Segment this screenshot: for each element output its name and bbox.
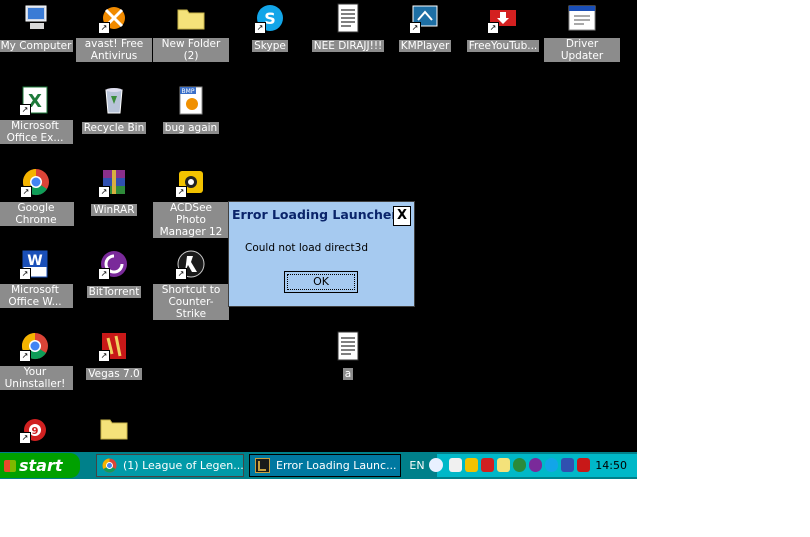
desktop-icon-bittorrent[interactable]: ↗ BitTorrent	[76, 248, 152, 299]
desktop-icon-google-chrome[interactable]: ↗ Google Chrome	[0, 166, 74, 227]
desktop-icon-new-folder[interactable]: New Folder (2)	[153, 2, 229, 63]
dialog-title: Error Loading Launcher	[232, 207, 398, 222]
game-icon: 9 ↗	[19, 412, 51, 444]
desktop-icon-winrar[interactable]: ↗ WinRAR	[76, 166, 152, 217]
desktop-icon-freeyoutube[interactable]: ↗ FreeYouTub...	[465, 2, 541, 53]
shortcut-arrow-icon: ↗	[98, 350, 110, 362]
skype-icon: S ↗	[254, 2, 286, 34]
shortcut-arrow-icon: ↗	[98, 186, 110, 198]
desktop-icon-skype[interactable]: S ↗ Skype	[232, 2, 308, 53]
windows-logo-icon	[4, 460, 16, 472]
shortcut-arrow-icon: ↗	[175, 186, 187, 198]
shortcut-arrow-icon: ↗	[254, 22, 266, 34]
winrar-icon: ↗	[98, 166, 130, 198]
desktop-icon-a[interactable]: a	[310, 330, 386, 381]
shortcut-arrow-icon: ↗	[175, 268, 187, 280]
svg-text:BMP: BMP	[182, 88, 195, 95]
chrome-icon	[102, 458, 117, 473]
recycle-bin-icon	[98, 84, 130, 116]
network-tray-icon[interactable]	[561, 458, 574, 472]
kmplayer-icon: ↗	[409, 2, 441, 34]
shortcut-arrow-icon: ↗	[19, 104, 31, 116]
avast-icon: ↗	[98, 2, 130, 34]
desktop-icon-excel[interactable]: X ↗ Microsoft Office Ex...	[0, 84, 73, 145]
desktop-icon-my-computer[interactable]: My Computer	[0, 2, 74, 53]
security-tray-icon[interactable]	[577, 458, 590, 472]
freeyoutube-icon: ↗	[487, 2, 519, 34]
clock[interactable]: 14:50	[595, 454, 627, 477]
chrome-icon: ↗	[20, 166, 52, 198]
league-launcher-icon	[255, 458, 270, 473]
close-button[interactable]: X	[393, 206, 411, 226]
desktop-icon-acdsee[interactable]: ↗ ACDSee Photo Manager 12	[153, 166, 229, 239]
bittorrent-tray-icon[interactable]	[529, 458, 542, 472]
folder-icon	[98, 412, 130, 444]
taskbar-button-league-of-legends[interactable]: (1) League of Legen...	[96, 454, 244, 477]
error-dialog: Error Loading Launcher X Could not load …	[228, 201, 415, 307]
svg-text:9: 9	[32, 426, 39, 437]
shortcut-arrow-icon: ↗	[487, 22, 499, 34]
folder-icon	[175, 2, 207, 34]
counter-strike-icon: ↗	[175, 248, 207, 280]
desktop-icon-kmplayer[interactable]: ↗ KMPlayer	[387, 2, 463, 53]
word-icon: W ↗	[19, 248, 51, 280]
desktop: My Computer ↗ avast! Free Antivirus New …	[0, 0, 637, 452]
desktop-icon-avast[interactable]: ↗ avast! Free Antivirus	[76, 2, 152, 63]
shortcut-arrow-icon: ↗	[20, 186, 32, 198]
desktop-icon-recycle-bin[interactable]: Recycle Bin	[76, 84, 152, 135]
skype-tray-icon[interactable]	[545, 458, 558, 472]
bittorrent-icon: ↗	[98, 248, 130, 280]
shortcut-arrow-icon: ↗	[409, 22, 421, 34]
start-label: start	[19, 456, 63, 475]
shortcut-arrow-icon: ↗	[19, 350, 31, 362]
acdsee-icon: ↗	[175, 166, 207, 198]
vegas-icon: ↗	[98, 330, 130, 362]
shortcut-arrow-icon: ↗	[19, 268, 31, 280]
desktop-icon-your-uninstaller[interactable]: ↗ Your Uninstaller!	[0, 330, 73, 391]
driver-updater-icon	[566, 2, 598, 34]
desktop-icon-game[interactable]: 9 ↗	[0, 412, 73, 444]
my-computer-icon	[20, 2, 52, 34]
desktop-icon-driver-updater[interactable]: Driver Updater	[544, 2, 620, 63]
tray-app-icon[interactable]	[513, 458, 526, 472]
tray-app-icon[interactable]	[497, 458, 510, 472]
excel-icon: X ↗	[19, 84, 51, 116]
tray-collapse-icon[interactable]	[429, 458, 443, 472]
desktop-icon-word[interactable]: W ↗ Microsoft Office W...	[0, 248, 73, 309]
taskbar: start (1) League of Legen... Error Loadi…	[0, 452, 637, 479]
svg-text:W: W	[27, 253, 42, 269]
acdsee-tray-icon[interactable]	[465, 458, 478, 472]
ati-tray-icon[interactable]	[481, 458, 494, 472]
start-button[interactable]: start	[0, 453, 80, 478]
language-indicator[interactable]: EN	[406, 454, 428, 477]
desktop-icon-bug-again[interactable]: BMP bug again	[153, 84, 229, 135]
desktop-icon-nee-dirajj[interactable]: NEE DIRAJJ!!!	[310, 2, 386, 53]
desktop-icon-folder[interactable]	[76, 412, 152, 444]
taskbar-button-error-loading-launcher[interactable]: Error Loading Launc...	[249, 454, 401, 477]
taskbar-button-label: Error Loading Launc...	[276, 459, 397, 472]
taskbar-button-label: (1) League of Legen...	[123, 459, 244, 472]
shortcut-arrow-icon: ↗	[19, 432, 31, 444]
shortcut-arrow-icon: ↗	[98, 22, 110, 34]
chrome-icon: ↗	[19, 330, 51, 362]
system-tray: 14:50	[429, 454, 637, 477]
bmp-image-icon: BMP	[175, 84, 207, 116]
shortcut-arrow-icon: ↗	[98, 268, 110, 280]
ok-button[interactable]: OK	[284, 271, 358, 293]
text-document-icon	[332, 330, 364, 362]
dialog-message: Could not load direct3d	[245, 242, 369, 254]
text-document-icon	[332, 2, 364, 34]
desktop-icon-vegas[interactable]: ↗ Vegas 7.0	[76, 330, 152, 381]
tray-app-icon[interactable]	[449, 458, 462, 472]
desktop-icon-counter-strike[interactable]: ↗ Shortcut to Counter-Strike	[153, 248, 229, 321]
